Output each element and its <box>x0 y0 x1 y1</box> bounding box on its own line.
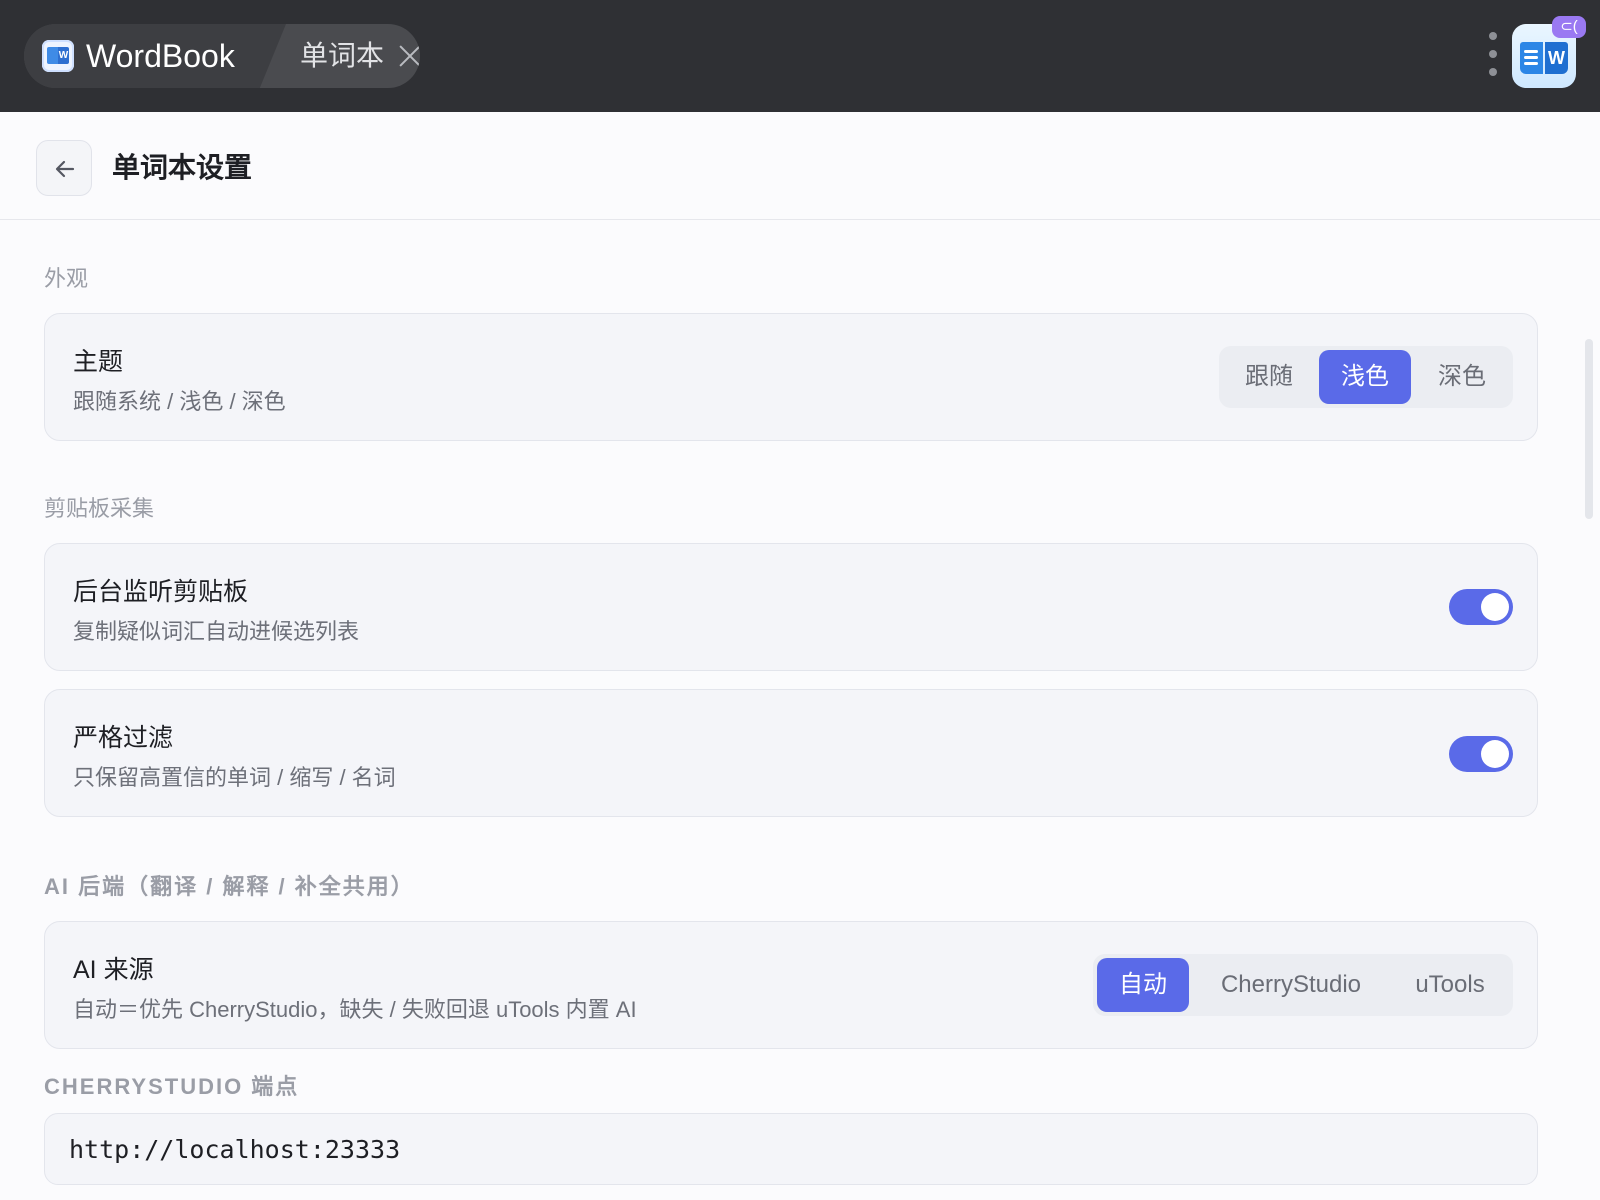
page-title: 单词本设置 <box>112 152 253 183</box>
ai-source-card: AI 来源 自动＝优先 CherryStudio，缺失 / 失败回退 uTool… <box>44 921 1538 1049</box>
ai-source-option-cherrystudio[interactable]: CherryStudio <box>1193 958 1389 1012</box>
arrow-left-icon <box>55 160 75 178</box>
section-title-clipboard: 剪贴板采集 <box>44 496 155 521</box>
clipboard-listen-toggle[interactable] <box>1449 589 1513 625</box>
theme-setting-card: 主题 跟随系统 / 浅色 / 深色 跟随 浅色 深色 <box>44 313 1538 441</box>
back-button[interactable] <box>36 140 92 196</box>
app-name: WordBook <box>86 38 235 74</box>
close-icon[interactable] <box>398 44 420 68</box>
tab-bar: W WordBook 单词本 <box>24 24 420 88</box>
theme-option-light[interactable]: 浅色 <box>1319 350 1411 404</box>
title-bar: W WordBook 单词本 W ⊂( <box>0 0 1600 112</box>
settings-window: 单词本设置 外观 主题 跟随系统 / 浅色 / 深色 跟随 浅色 深色 剪贴板采… <box>0 112 1600 1200</box>
wordbook-app-icon: W <box>42 40 74 72</box>
ai-source-description: 自动＝优先 CherryStudio，缺失 / 失败回退 uTools 内置 A… <box>73 997 637 1022</box>
strict-filter-toggle[interactable] <box>1449 736 1513 772</box>
strict-filter-title: 严格过滤 <box>73 724 174 752</box>
tab-label[interactable]: 单词本 <box>300 24 384 88</box>
endpoint-input-value[interactable]: http://localhost:23333 <box>69 1114 400 1186</box>
settings-scroll-area[interactable]: 外观 主题 跟随系统 / 浅色 / 深色 跟随 浅色 深色 剪贴板采集 后台监听… <box>0 221 1600 1200</box>
theme-segmented-control: 跟随 浅色 深色 <box>1219 346 1513 408</box>
section-title-appearance: 外观 <box>44 266 89 291</box>
strict-filter-card: 严格过滤 只保留高置信的单词 / 缩写 / 名词 <box>44 689 1538 817</box>
endpoint-label: CHERRYSTUDIO 端点 <box>44 1074 300 1099</box>
scrollbar[interactable] <box>1585 339 1593 519</box>
theme-title: 主题 <box>73 348 124 376</box>
theme-description: 跟随系统 / 浅色 / 深色 <box>73 389 286 414</box>
ai-source-option-auto[interactable]: 自动 <box>1097 958 1189 1012</box>
strict-filter-description: 只保留高置信的单词 / 缩写 / 名词 <box>73 765 396 790</box>
theme-option-follow[interactable]: 跟随 <box>1223 350 1315 404</box>
theme-option-dark[interactable]: 深色 <box>1415 350 1509 404</box>
ai-source-option-utools[interactable]: uTools <box>1391 958 1509 1012</box>
plugin-badge-icon: ⊂( <box>1552 16 1586 38</box>
section-title-ai: AI 后端（翻译 / 解释 / 补全共用） <box>44 874 415 899</box>
clipboard-listen-title: 后台监听剪贴板 <box>73 578 249 606</box>
clipboard-listen-card: 后台监听剪贴板 复制疑似词汇自动进候选列表 <box>44 543 1538 671</box>
ai-source-segmented-control: 自动 CherryStudio uTools <box>1093 954 1513 1016</box>
ai-source-title: AI 来源 <box>73 956 154 984</box>
app-tab[interactable]: W WordBook <box>24 24 286 88</box>
page-header: 单词本设置 <box>0 112 1600 220</box>
cherrystudio-endpoint-field[interactable]: http://localhost:23333 <box>44 1113 1538 1185</box>
kebab-menu-icon[interactable] <box>1485 32 1501 78</box>
clipboard-listen-description: 复制疑似词汇自动进候选列表 <box>73 619 360 644</box>
